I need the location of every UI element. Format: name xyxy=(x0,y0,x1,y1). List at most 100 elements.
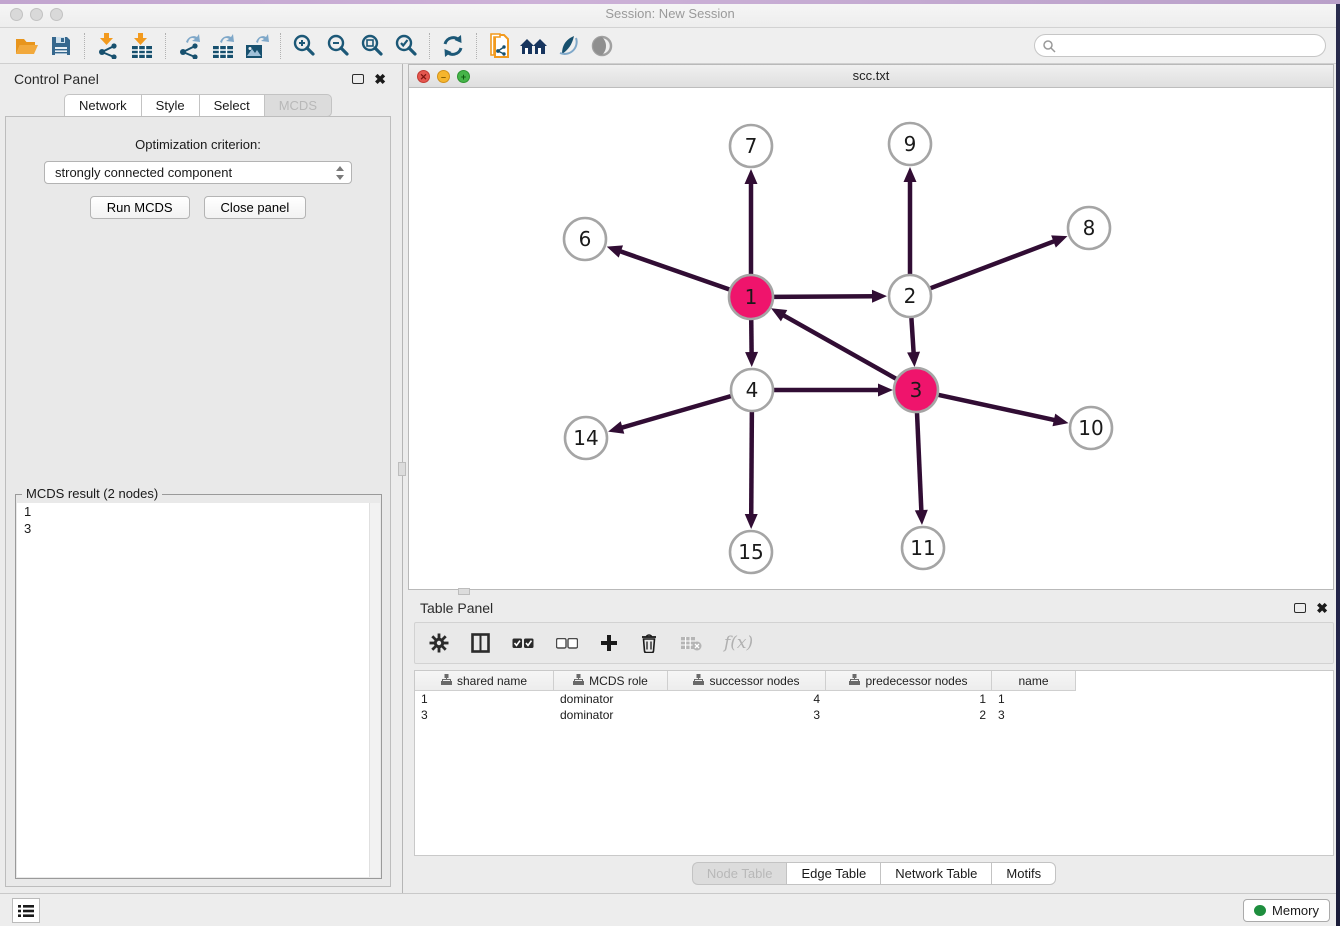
node-1[interactable]: 1 xyxy=(729,275,773,319)
refresh-layout-icon[interactable] xyxy=(436,31,470,61)
edge-4-15[interactable] xyxy=(751,412,752,517)
node-label-10: 10 xyxy=(1078,416,1103,440)
edge-1-6[interactable] xyxy=(618,251,730,290)
mcds-result-title: MCDS result (2 nodes) xyxy=(22,486,162,501)
tab-node-table[interactable]: Node Table xyxy=(692,862,787,885)
column-header-successor-nodes[interactable]: successor nodes xyxy=(668,671,826,691)
table-panel-close-icon[interactable]: ✖ xyxy=(1316,601,1328,615)
edge-3-11[interactable] xyxy=(917,412,921,513)
import-table-icon[interactable] xyxy=(125,31,159,61)
save-session-icon[interactable] xyxy=(44,31,78,61)
control-panel-title: Control Panel xyxy=(14,71,352,87)
column-header-MCDS-role[interactable]: MCDS role xyxy=(554,671,668,691)
arrowhead-1-7 xyxy=(745,169,758,184)
column-header-name[interactable]: name xyxy=(992,671,1076,691)
node-11[interactable]: 11 xyxy=(902,527,944,569)
mcds-result-list[interactable]: 13 xyxy=(17,503,380,877)
arrowhead-3-10 xyxy=(1052,414,1068,427)
control-panel-tabs: NetworkStyleSelectMCDS xyxy=(0,94,396,117)
main-toolbar xyxy=(0,28,1340,64)
zoom-in-icon[interactable] xyxy=(287,31,321,61)
network-minimize-icon[interactable]: – xyxy=(437,70,450,83)
import-network-icon[interactable] xyxy=(91,31,125,61)
function-builder-icon: f(x) xyxy=(724,633,753,653)
open-session-icon[interactable] xyxy=(10,31,44,61)
edge-2-8[interactable] xyxy=(931,240,1057,288)
node-14[interactable]: 14 xyxy=(565,417,607,459)
column-header-predecessor-nodes[interactable]: predecessor nodes xyxy=(826,671,992,691)
edge-3-10[interactable] xyxy=(937,395,1056,421)
search-input[interactable] xyxy=(1034,34,1326,57)
tab-mcds[interactable]: MCDS xyxy=(264,94,332,117)
new-network-file-icon[interactable] xyxy=(483,31,517,61)
cell-shared-name[interactable]: 3 xyxy=(415,707,554,723)
cell-name[interactable]: 1 xyxy=(992,691,1076,707)
export-network-icon[interactable] xyxy=(172,31,206,61)
cell-successor-nodes[interactable]: 3 xyxy=(668,707,826,723)
node-4[interactable]: 4 xyxy=(731,369,773,411)
edge-4-14[interactable] xyxy=(620,396,731,428)
network-canvas[interactable]: 7 9 6 8 1 2 4 3 14 10 15 11 xyxy=(409,88,1333,589)
first-neighbors-icon[interactable] xyxy=(517,31,551,61)
cell-successor-nodes[interactable]: 4 xyxy=(668,691,826,707)
select-all-columns-icon[interactable] xyxy=(512,638,534,649)
bird-eye-view-icon[interactable] xyxy=(585,31,619,61)
memory-button[interactable]: Memory xyxy=(1243,899,1330,922)
control-panel-close-icon[interactable]: ✖ xyxy=(374,72,386,86)
criterion-select[interactable]: strongly connected component xyxy=(44,161,352,184)
tab-style[interactable]: Style xyxy=(141,94,199,117)
table-splitter-handle[interactable] xyxy=(458,588,470,595)
network-frame-titlebar[interactable]: ✕ – + scc.txt xyxy=(409,65,1333,88)
export-image-icon[interactable] xyxy=(240,31,274,61)
node-6[interactable]: 6 xyxy=(564,218,606,260)
node-9[interactable]: 9 xyxy=(889,123,931,165)
table-panel: Table Panel ✖ xyxy=(408,594,1340,893)
cell-name[interactable]: 3 xyxy=(992,707,1076,723)
unselect-all-columns-icon[interactable] xyxy=(556,638,578,649)
zoom-selected-icon[interactable] xyxy=(389,31,423,61)
close-panel-button[interactable]: Close panel xyxy=(204,196,307,219)
show-columns-icon[interactable] xyxy=(471,633,490,653)
node-15[interactable]: 15 xyxy=(730,531,772,573)
cell-predecessor-nodes[interactable]: 2 xyxy=(826,707,992,723)
edge-2-3[interactable] xyxy=(911,318,913,355)
panel-splitter-vertical[interactable] xyxy=(396,64,408,893)
network-close-icon[interactable]: ✕ xyxy=(417,70,430,83)
node-3[interactable]: 3 xyxy=(894,368,938,412)
edge-3-1[interactable] xyxy=(781,314,896,379)
node-7[interactable]: 7 xyxy=(730,125,772,167)
tab-select[interactable]: Select xyxy=(199,94,264,117)
column-settings-gear-icon[interactable] xyxy=(429,633,449,653)
table-row[interactable]: 3dominator323 xyxy=(415,707,1333,723)
network-graph[interactable]: 7 9 6 8 1 2 4 3 14 10 15 11 xyxy=(409,88,1333,589)
control-panel-float-icon[interactable] xyxy=(352,74,364,84)
tab-network-table[interactable]: Network Table xyxy=(880,862,991,885)
mcds-result-scrollbar[interactable] xyxy=(369,503,380,877)
tab-network[interactable]: Network xyxy=(64,94,141,117)
network-maximize-icon[interactable]: + xyxy=(457,70,470,83)
create-column-plus-icon[interactable] xyxy=(600,634,618,652)
table-row[interactable]: 1dominator411 xyxy=(415,691,1333,707)
node-label-1: 1 xyxy=(745,285,758,309)
node-10[interactable]: 10 xyxy=(1070,407,1112,449)
splitter-handle[interactable] xyxy=(398,462,406,476)
tab-motifs[interactable]: Motifs xyxy=(991,862,1056,885)
export-table-icon[interactable] xyxy=(206,31,240,61)
table-panel-float-icon[interactable] xyxy=(1294,603,1306,613)
select-stepper-icon xyxy=(335,165,345,181)
run-mcds-button[interactable]: Run MCDS xyxy=(90,196,190,219)
zoom-fit-icon[interactable] xyxy=(355,31,389,61)
cell-shared-name[interactable]: 1 xyxy=(415,691,554,707)
cell-MCDS-role[interactable]: dominator xyxy=(554,707,668,723)
column-header-shared-name[interactable]: shared name xyxy=(415,671,554,691)
graphics-details-icon[interactable] xyxy=(551,31,585,61)
node-8[interactable]: 8 xyxy=(1068,207,1110,249)
edge-1-2[interactable] xyxy=(773,296,875,297)
tab-edge-table[interactable]: Edge Table xyxy=(786,862,880,885)
zoom-out-icon[interactable] xyxy=(321,31,355,61)
node-2[interactable]: 2 xyxy=(889,275,931,317)
delete-column-trash-icon[interactable] xyxy=(640,633,658,653)
task-history-button[interactable] xyxy=(12,898,40,923)
cell-MCDS-role[interactable]: dominator xyxy=(554,691,668,707)
cell-predecessor-nodes[interactable]: 1 xyxy=(826,691,992,707)
